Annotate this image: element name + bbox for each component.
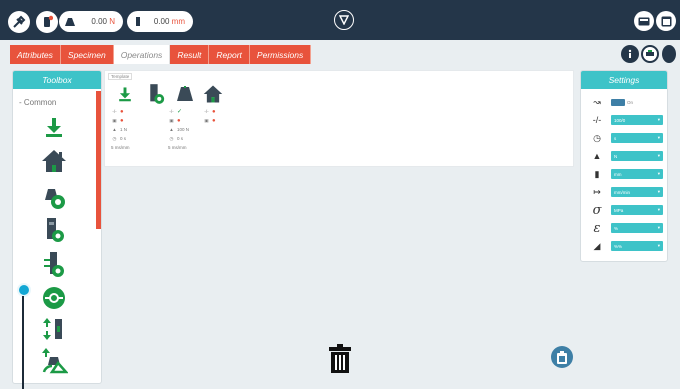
block-icon: ▣: [112, 117, 117, 123]
sigma-icon: σ: [592, 202, 602, 218]
tools-icon[interactable]: [8, 11, 30, 33]
setting-row[interactable]: -/- 100/0 ▾: [589, 114, 665, 126]
download-arrow-icon[interactable]: [115, 83, 135, 105]
home-icon[interactable]: [39, 147, 69, 175]
trash-icon[interactable]: [329, 344, 351, 374]
keyboard-icon[interactable]: [634, 11, 654, 31]
weight-icon[interactable]: [175, 83, 195, 105]
up-down-bar-icon[interactable]: [39, 315, 69, 343]
toolbox-section-common[interactable]: - Common: [19, 98, 56, 107]
template-step-3[interactable]: -/- ● ▣ ●: [203, 107, 215, 125]
step-weight: 1 N: [120, 127, 128, 132]
tab-report[interactable]: Report: [209, 45, 250, 64]
setting-select[interactable]: mm/min ▾: [611, 187, 663, 197]
download-arrow-icon[interactable]: [39, 113, 69, 141]
setting-select[interactable]: N ▾: [611, 151, 663, 161]
print-icon[interactable]: [641, 45, 659, 63]
specimen-block-icon[interactable]: [146, 83, 166, 105]
setting-select[interactable]: MPa ▾: [611, 205, 663, 215]
window-icon[interactable]: [656, 11, 676, 31]
weight-icon: ▲: [112, 127, 117, 132]
rate-icon: -/-: [112, 109, 117, 114]
block-icon: ▣: [169, 117, 174, 123]
length-readout: 0.00 mm: [127, 11, 193, 32]
tab-bar: Attributes Specimen Operations Result Re…: [10, 45, 312, 64]
setting-row[interactable]: ↦ mm/min ▾: [589, 186, 665, 198]
setting-row[interactable]: ▲ N ▾: [589, 150, 665, 162]
home-icon[interactable]: [203, 83, 223, 105]
force-unit: N: [109, 17, 115, 26]
tab-specimen[interactable]: Specimen: [60, 45, 114, 64]
speed-icon: -/-: [592, 115, 602, 125]
step-note: 5 ms/mm: [111, 145, 130, 150]
more-icon[interactable]: [662, 45, 676, 63]
rate-icon: ↝: [593, 96, 601, 107]
tab-permissions[interactable]: Permissions: [249, 45, 312, 64]
weight-icon: ▲: [592, 151, 602, 161]
toggle-switch[interactable]: [611, 98, 625, 106]
info-icon[interactable]: [621, 45, 639, 63]
force-value: 0.00: [91, 17, 107, 26]
timer-icon: ◷: [593, 132, 601, 143]
tab-operations[interactable]: Operations: [113, 45, 171, 64]
length-unit: mm: [171, 17, 185, 26]
template-step-2[interactable]: -/- ✓ ▣ ● ▲ 100 N ◷ 0 s 5 ms/mm: [168, 107, 189, 152]
setting-select[interactable]: %% ▾: [611, 241, 663, 251]
tab-result[interactable]: Result: [170, 45, 210, 64]
weight-icon: ▲: [169, 127, 174, 132]
timer-icon: ◷: [112, 135, 117, 141]
rate-icon: -/-: [169, 109, 174, 114]
rate-icon: -/-: [204, 109, 209, 114]
clamp-block-icon[interactable]: [39, 250, 69, 278]
setting-row[interactable]: ◢ %% ▾: [589, 240, 665, 252]
toggle-label: On: [627, 99, 634, 105]
cycle-weight-icon[interactable]: [39, 346, 69, 374]
cursor-handle[interactable]: [17, 283, 31, 297]
calculator-delete-icon[interactable]: [551, 346, 573, 368]
settings-panel: Settings ↝ On -/- 100/0 ▾ ◷ s ▾ ▲ N ▾ ▮ mm ▾…: [580, 70, 668, 262]
weight-circle-icon[interactable]: [39, 184, 69, 212]
step-timer: 0 s: [177, 136, 184, 141]
force-readout: 0.00 N: [59, 11, 123, 32]
setting-select[interactable]: s ▾: [611, 133, 663, 143]
weight-icon: [59, 11, 81, 32]
setting-row[interactable]: ↝ On: [589, 96, 665, 108]
setting-select[interactable]: % ▾: [611, 223, 663, 233]
specimen-block-icon[interactable]: [39, 216, 69, 244]
step-weight: 100 N: [177, 127, 190, 132]
logo-icon: [334, 10, 354, 30]
setting-select[interactable]: 100/0 ▾: [611, 115, 663, 125]
step-timer: 0 s: [120, 136, 127, 141]
direction-icon: ↦: [593, 186, 601, 197]
length-value: 0.00: [153, 17, 170, 26]
device-icon[interactable]: [36, 11, 58, 33]
setting-row[interactable]: ▮ mm ▾: [589, 168, 665, 180]
toolbox-scrollbar[interactable]: [96, 91, 101, 229]
setting-row[interactable]: ◷ s ▾: [589, 132, 665, 144]
template-step-1[interactable]: -/- ● ▣ ● ▲ 1 N ◷ 0 s 5 ms/mm: [111, 107, 130, 152]
setting-select[interactable]: mm ▾: [611, 169, 663, 179]
template-label: Template: [108, 73, 133, 80]
timer-icon: ◷: [169, 135, 174, 141]
shape-icon: ◢: [593, 240, 601, 251]
green-target-icon[interactable]: [39, 284, 69, 312]
tab-attributes[interactable]: Attributes: [10, 45, 61, 64]
template-area: Template -/- ● ▣ ● ▲ 1 N ◷ 0 s 5 ms/mm -/- ✓ …: [104, 70, 574, 167]
setting-row[interactable]: σ MPa ▾: [589, 202, 665, 218]
length-icon: ▮: [594, 168, 600, 179]
setting-row[interactable]: ε % ▾: [589, 220, 665, 236]
settings-title: Settings: [581, 71, 667, 89]
block-icon: ▣: [204, 117, 209, 123]
toolbox-panel: Toolbox - Common: [12, 70, 102, 384]
top-bar: 0.00 N 0.00 mm: [0, 0, 680, 40]
step-note: 5 ms/mm: [168, 145, 187, 150]
length-icon: [127, 11, 149, 32]
epsilon-icon: ε: [593, 220, 601, 236]
toolbox-title: Toolbox: [13, 71, 101, 89]
cursor-line: [22, 296, 24, 389]
